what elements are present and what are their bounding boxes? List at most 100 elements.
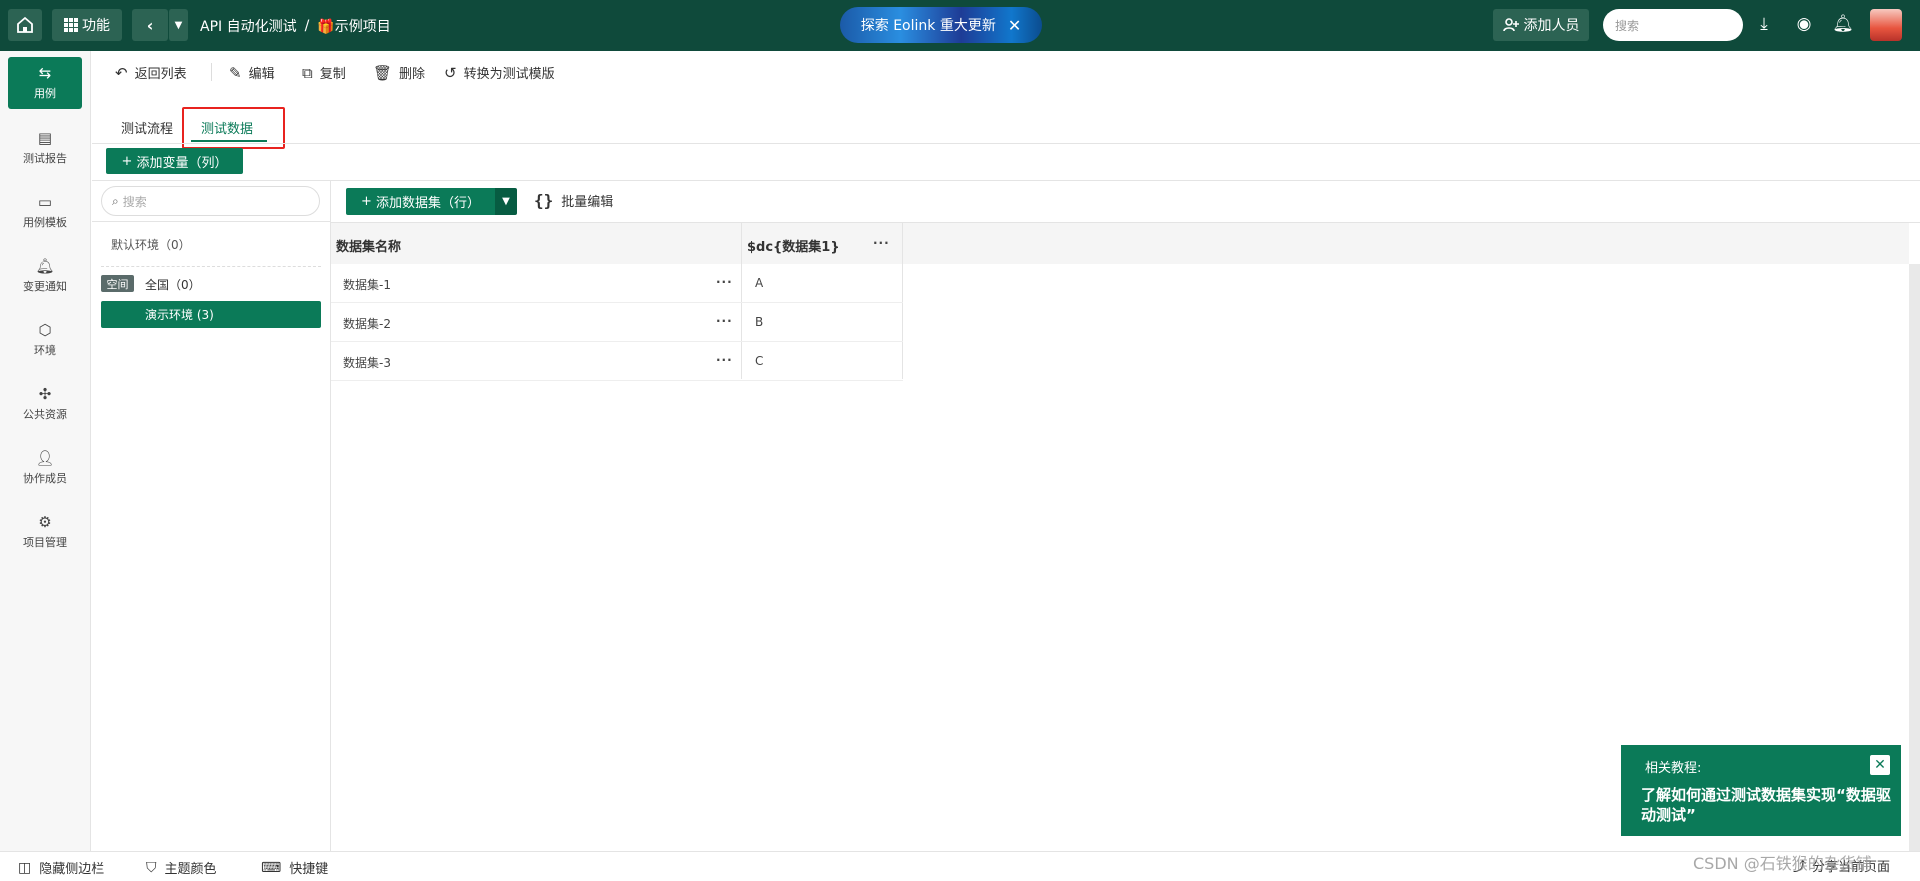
hide-sidebar-button[interactable]: ◫ 隐藏侧边栏 [18,858,104,878]
caret-down-icon: ▼ [502,196,510,207]
dataset-value-cell[interactable]: B [755,315,763,329]
puzzle-icon: ✣ [38,384,52,403]
breadcrumb: API 自动化测试 / 🎁示例项目 [200,16,391,36]
breadcrumb-project[interactable]: 🎁示例项目 [317,16,390,36]
dataset-name-cell[interactable]: 数据集-3 [343,354,391,371]
row-more-icon[interactable]: ··· [716,314,733,328]
divider [92,143,1920,144]
toolbar-divider [211,63,212,81]
sidebar-item-label: 用例 [34,86,56,100]
theme-color-button[interactable]: ⛉ 主题颜色 [146,858,217,878]
caret-down-icon: ▼ [174,19,183,31]
plus-icon: + [121,153,133,169]
table-row [331,342,903,381]
dataset-name-cell[interactable]: 数据集-2 [343,315,391,332]
copy-label: 复制 [319,67,346,82]
home-button[interactable] [8,9,42,41]
add-member-button[interactable]: 添加人员 [1493,9,1589,41]
tutorial-link[interactable]: 了解如何通过测试数据集实现“数据驱动测试” [1641,785,1891,825]
close-icon[interactable]: ✕ [1870,755,1890,775]
batch-edit-button[interactable]: {} 批量编辑 [534,191,613,210]
back-to-list-label: 返回列表 [134,67,187,82]
add-dataset-dropdown[interactable]: ▼ [495,188,517,215]
environment-item-global[interactable]: 全国（0） [145,276,201,293]
chevron-left-icon: ‹ [146,15,154,35]
sidebar-item-label: 协作成员 [23,471,67,485]
add-user-icon [1502,18,1519,32]
environment-search-input[interactable]: ⌕ 搜索 [101,186,320,216]
back-to-list-button[interactable]: ↶ 返回列表 [115,63,187,83]
dataset-value-cell[interactable]: A [755,276,763,290]
history-icon: ↺ [444,63,457,82]
cube-icon: ⬡ [38,320,52,339]
user-avatar[interactable] [1870,9,1902,41]
space-badge: 空间 [101,275,134,292]
breadcrumb-separator: / [304,18,310,34]
notification-bell-icon[interactable]: 🔔︎ [1832,14,1854,34]
environment-item-default[interactable]: 默认环境（0） [111,236,191,253]
convert-to-template-button[interactable]: ↺ 转换为测试模版 [444,63,555,83]
sidebar-item-label: 环境 [34,343,56,357]
sidebar-item-members[interactable]: 👤︎ 协作成员 [8,442,82,494]
divider [92,180,1920,181]
shortcuts-label: 快捷键 [289,862,329,877]
vertical-scrollbar[interactable] [1909,264,1920,851]
tutorial-label: 相关教程: [1645,761,1702,776]
edit-label: 编辑 [248,67,275,82]
search-icon: ⌕ [112,193,119,208]
sidebar-icon: ◫ [18,859,32,876]
sidebar-item-environment[interactable]: ⬡ 环境 [8,314,82,366]
table-row [331,264,903,303]
add-dataset-button[interactable]: + 添加数据集（行） [346,188,495,215]
watermark: CSDN @石铁猴的杂货铺 [1693,854,1872,873]
dashed-divider [101,266,321,267]
column-header-dataset-name: 数据集名称 [336,240,402,255]
dataset-name-cell[interactable]: 数据集-1 [343,276,391,293]
settings-icon: ⚙ [38,512,52,531]
keyboard-icon: ⌨ [261,859,282,876]
column-more-icon[interactable]: ··· [873,236,890,250]
sidebar-item-label: 变更通知 [23,279,67,293]
delete-label: 删除 [399,67,426,82]
promo-close-icon[interactable]: ✕ [1008,16,1021,35]
home-icon [17,16,33,33]
sidebar-item-test-report[interactable]: ▤ 测试报告 [8,122,82,174]
swap-icon: ⇆ [38,63,52,82]
divider [92,221,331,222]
add-variable-label: 添加变量（列） [136,155,228,171]
delete-button[interactable]: 🗑︎ 删除 [373,63,426,83]
edit-button[interactable]: ✎ 编辑 [229,63,275,83]
dataset-value-cell[interactable]: C [755,354,763,368]
add-variable-button[interactable]: + 添加变量（列） [106,148,243,174]
row-more-icon[interactable]: ··· [716,275,733,289]
sidebar-item-cases[interactable]: ⇆ 用例 [8,57,82,109]
sidebar-item-change-notice[interactable]: 🔔︎ 变更通知 [8,250,82,302]
tutorial-popup: 相关教程: ✕ 了解如何通过测试数据集实现“数据驱动测试” [1621,745,1901,836]
sidebar-item-project-settings[interactable]: ⚙ 项目管理 [8,506,82,558]
environment-item-demo[interactable]: 演示环境 (3) [101,301,321,328]
global-search-input[interactable]: 搜索 [1603,9,1743,41]
bell-icon: 🔔︎ [35,256,55,275]
nav-back-button[interactable]: ‹ [132,9,168,41]
breadcrumb-root[interactable]: API 自动化测试 [200,16,297,36]
copy-icon: ⧉ [302,63,313,82]
row-more-icon[interactable]: ··· [716,353,733,367]
trash-icon: 🗑︎ [373,63,393,82]
shirt-icon: ⛉ [146,859,157,876]
global-search-placeholder: 搜索 [1615,18,1640,33]
nav-history-dropdown[interactable]: ▼ [168,9,188,41]
sidebar-item-public-resources[interactable]: ✣ 公共资源 [8,378,82,430]
promo-banner[interactable]: 探索 Eolink 重大更新 ✕ [840,7,1042,43]
function-menu-button[interactable]: 功能 [52,9,122,41]
help-icon[interactable]: ◉ [1793,14,1815,34]
sidebar-item-case-template[interactable]: ▭ 用例模板 [8,186,82,238]
undo-icon: ↶ [115,63,128,82]
copy-button[interactable]: ⧉ 复制 [302,63,346,83]
pencil-icon: ✎ [229,63,242,82]
tab-test-flow[interactable]: 测试流程 [121,118,173,137]
download-icon[interactable]: ⤓ [1753,14,1775,34]
sidebar-item-label: 测试报告 [23,151,67,165]
promo-text: 探索 Eolink 重大更新 [860,18,996,34]
shortcuts-button[interactable]: ⌨ 快捷键 [261,858,329,878]
grid-icon [64,18,78,32]
